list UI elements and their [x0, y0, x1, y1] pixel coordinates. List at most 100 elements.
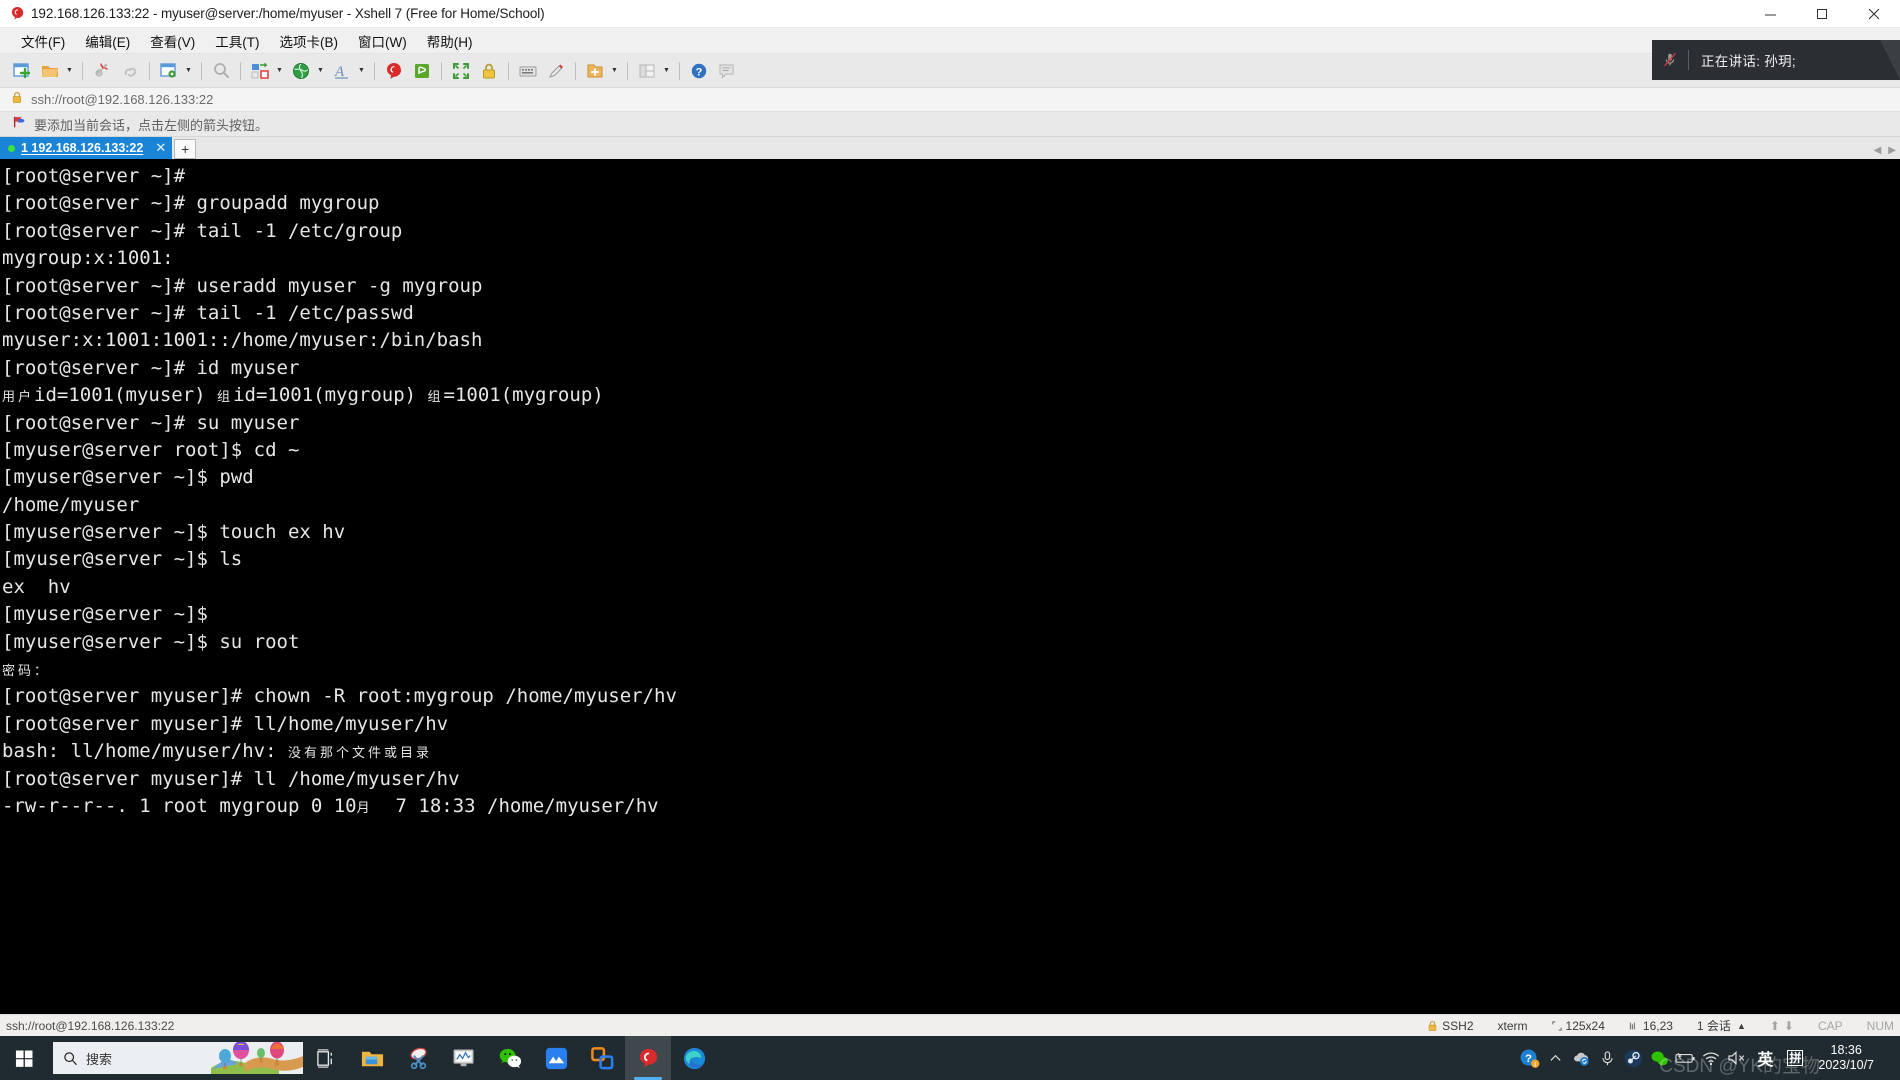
new-session-icon[interactable] [9, 58, 35, 84]
address-bar[interactable]: ssh://root@192.168.126.133:22 [0, 88, 1900, 112]
tab-scroll-arrows[interactable]: ◀ ▶ [1874, 145, 1896, 156]
clock-date: 2023/10/7 [1818, 1058, 1874, 1072]
close-button[interactable] [1848, 0, 1900, 28]
minimize-button[interactable] [1744, 0, 1796, 28]
menu-window[interactable]: 窗口(W) [349, 29, 416, 53]
help-question-icon[interactable]: ? i [1516, 1036, 1542, 1080]
xftp-icon[interactable] [409, 58, 435, 84]
menu-tools[interactable]: 工具(T) [206, 29, 268, 53]
layout-icon[interactable] [634, 58, 660, 84]
show-desktop-button[interactable] [1882, 1036, 1896, 1080]
task-view-icon[interactable] [303, 1036, 349, 1080]
tab-strip: 1 192.168.126.133:22 ✕ + ◀ ▶ [0, 137, 1900, 159]
search-input[interactable]: 搜索 [53, 1042, 303, 1074]
transfer-icon[interactable] [247, 58, 273, 84]
menu-edit[interactable]: 编辑(E) [76, 29, 139, 53]
maximize-button[interactable] [1796, 0, 1848, 28]
battery-icon[interactable] [1672, 1036, 1698, 1080]
ime-mode-indicator[interactable]: 拼 [1780, 1036, 1810, 1080]
sessions-expand-icon[interactable]: ▲ [1737, 1021, 1746, 1031]
scroll-down-icon: ⬇ [1783, 1018, 1794, 1033]
tab-scroll-right-icon[interactable]: ▶ [1888, 145, 1896, 156]
new-tab-button[interactable]: + [174, 139, 197, 159]
show-hidden-icons-chevron-icon[interactable] [1542, 1036, 1568, 1080]
clock-time: 18:36 [1830, 1043, 1862, 1057]
compose-icon[interactable] [582, 58, 608, 84]
mountain-app-icon[interactable] [533, 1036, 579, 1080]
keyboard-icon[interactable] [515, 58, 541, 84]
session-properties-dropdown-icon[interactable]: ▼ [183, 58, 194, 84]
wechat-icon[interactable] [487, 1036, 533, 1080]
comment-icon[interactable] [714, 58, 740, 84]
vmware-workstation-icon[interactable] [579, 1036, 625, 1080]
globe-icon[interactable] [288, 58, 314, 84]
speaking-banner: 正在讲话: 孙玥; [1652, 40, 1900, 80]
toolbar-separator [508, 61, 509, 80]
file-explorer-icon[interactable] [349, 1036, 395, 1080]
svg-text:?: ? [1525, 1052, 1532, 1064]
terminal-line: [root@server myuser]# chown -R root:mygr… [2, 685, 677, 708]
terminal-line: [myuser@server ~]$ [2, 603, 220, 626]
toolbar-separator [627, 61, 628, 80]
resize-icon [1551, 1020, 1562, 1031]
highlight-icon[interactable] [543, 58, 569, 84]
open-folder-dropdown-icon[interactable]: ▼ [64, 58, 75, 84]
xshell-window: 192.168.126.133:22 - myuser@server:/home… [0, 0, 1900, 1080]
wifi-icon[interactable] [1698, 1036, 1724, 1080]
disconnect-icon[interactable] [89, 58, 115, 84]
globe-dropdown-icon[interactable]: ▼ [315, 58, 326, 84]
help-icon[interactable]: ? [686, 58, 712, 84]
fullscreen-icon[interactable] [448, 58, 474, 84]
menu-bar: 文件(F) 编辑(E) 查看(V) 工具(T) 选项卡(B) 窗口(W) 帮助(… [0, 28, 1900, 54]
windows-logo-icon[interactable] [0, 1036, 48, 1080]
font-dropdown-icon[interactable]: ▼ [356, 58, 367, 84]
session-properties-icon[interactable] [156, 58, 182, 84]
connection-status-dot-icon [8, 144, 15, 152]
microphone-icon[interactable] [1594, 1036, 1620, 1080]
system-monitor-icon[interactable] [441, 1036, 487, 1080]
cloud-sync-icon[interactable] [1568, 1036, 1594, 1080]
status-cursor-cell: 16,23 [1629, 1019, 1673, 1033]
status-protocol-cell: SSH2 [1427, 1019, 1474, 1033]
volume-muted-icon[interactable] [1724, 1036, 1750, 1080]
snipping-tool-icon[interactable] [395, 1036, 441, 1080]
terminal-line: [myuser@server ~]$ ls [2, 548, 243, 571]
reconnect-icon[interactable] [117, 58, 143, 84]
xshell-icon[interactable] [381, 58, 407, 84]
xshell-taskbar-icon[interactable] [625, 1036, 671, 1080]
open-folder-icon[interactable] [37, 58, 63, 84]
toolbar: ▼ ▼ ▼ ▼ A ▼ ▼ ▼ ? [0, 54, 1900, 88]
tab-scroll-left-icon[interactable]: ◀ [1874, 145, 1882, 156]
status-scroll-indicators: ⬆ ⬇ [1770, 1019, 1794, 1033]
clock[interactable]: 18:36 2023/10/7 [1818, 1043, 1874, 1073]
tab-close-icon[interactable]: ✕ [155, 140, 166, 156]
layout-dropdown-icon[interactable]: ▼ [661, 58, 672, 84]
toolbar-separator [149, 61, 150, 80]
wechat-tray-icon[interactable] [1646, 1036, 1672, 1080]
ime-language-indicator[interactable]: 英 [1750, 1036, 1780, 1080]
menu-tabs[interactable]: 选项卡(B) [271, 29, 348, 53]
svg-text:i: i [1534, 1061, 1536, 1068]
toolbar-separator [240, 61, 241, 80]
steam-icon[interactable] [1620, 1036, 1646, 1080]
terminal-output[interactable]: [root@server ~]# [root@server ~]# groupa… [0, 159, 1900, 1014]
microsoft-edge-icon[interactable] [671, 1036, 717, 1080]
terminal-line: [root@server ~]# su myuser [2, 411, 300, 434]
menu-view[interactable]: 查看(V) [141, 29, 204, 53]
microphone-muted-icon [1652, 51, 1688, 69]
find-icon[interactable] [208, 58, 234, 84]
scroll-up-icon: ⬆ [1769, 1018, 1780, 1033]
menu-file[interactable]: 文件(F) [12, 29, 74, 53]
status-sessions-cell[interactable]: 1 会话 ▲ [1697, 1017, 1746, 1034]
lock-icon[interactable] [476, 58, 502, 84]
compose-dropdown-icon[interactable]: ▼ [609, 58, 620, 84]
status-cursor: 16,23 [1642, 1018, 1673, 1033]
menu-help[interactable]: 帮助(H) [418, 29, 482, 53]
status-right-group: SSH2 xterm 125x24 16,23 1 会话 ▲ ⬆ ⬇ CAP N… [1403, 1017, 1900, 1034]
tab-session-1[interactable]: 1 192.168.126.133:22 ✕ [0, 137, 173, 159]
toolbar-separator [82, 61, 83, 80]
status-terminal-type: xterm [1497, 1018, 1528, 1033]
ime-mode-label: 拼 [1787, 1050, 1804, 1066]
font-icon[interactable]: A [329, 58, 355, 84]
transfer-dropdown-icon[interactable]: ▼ [274, 58, 285, 84]
